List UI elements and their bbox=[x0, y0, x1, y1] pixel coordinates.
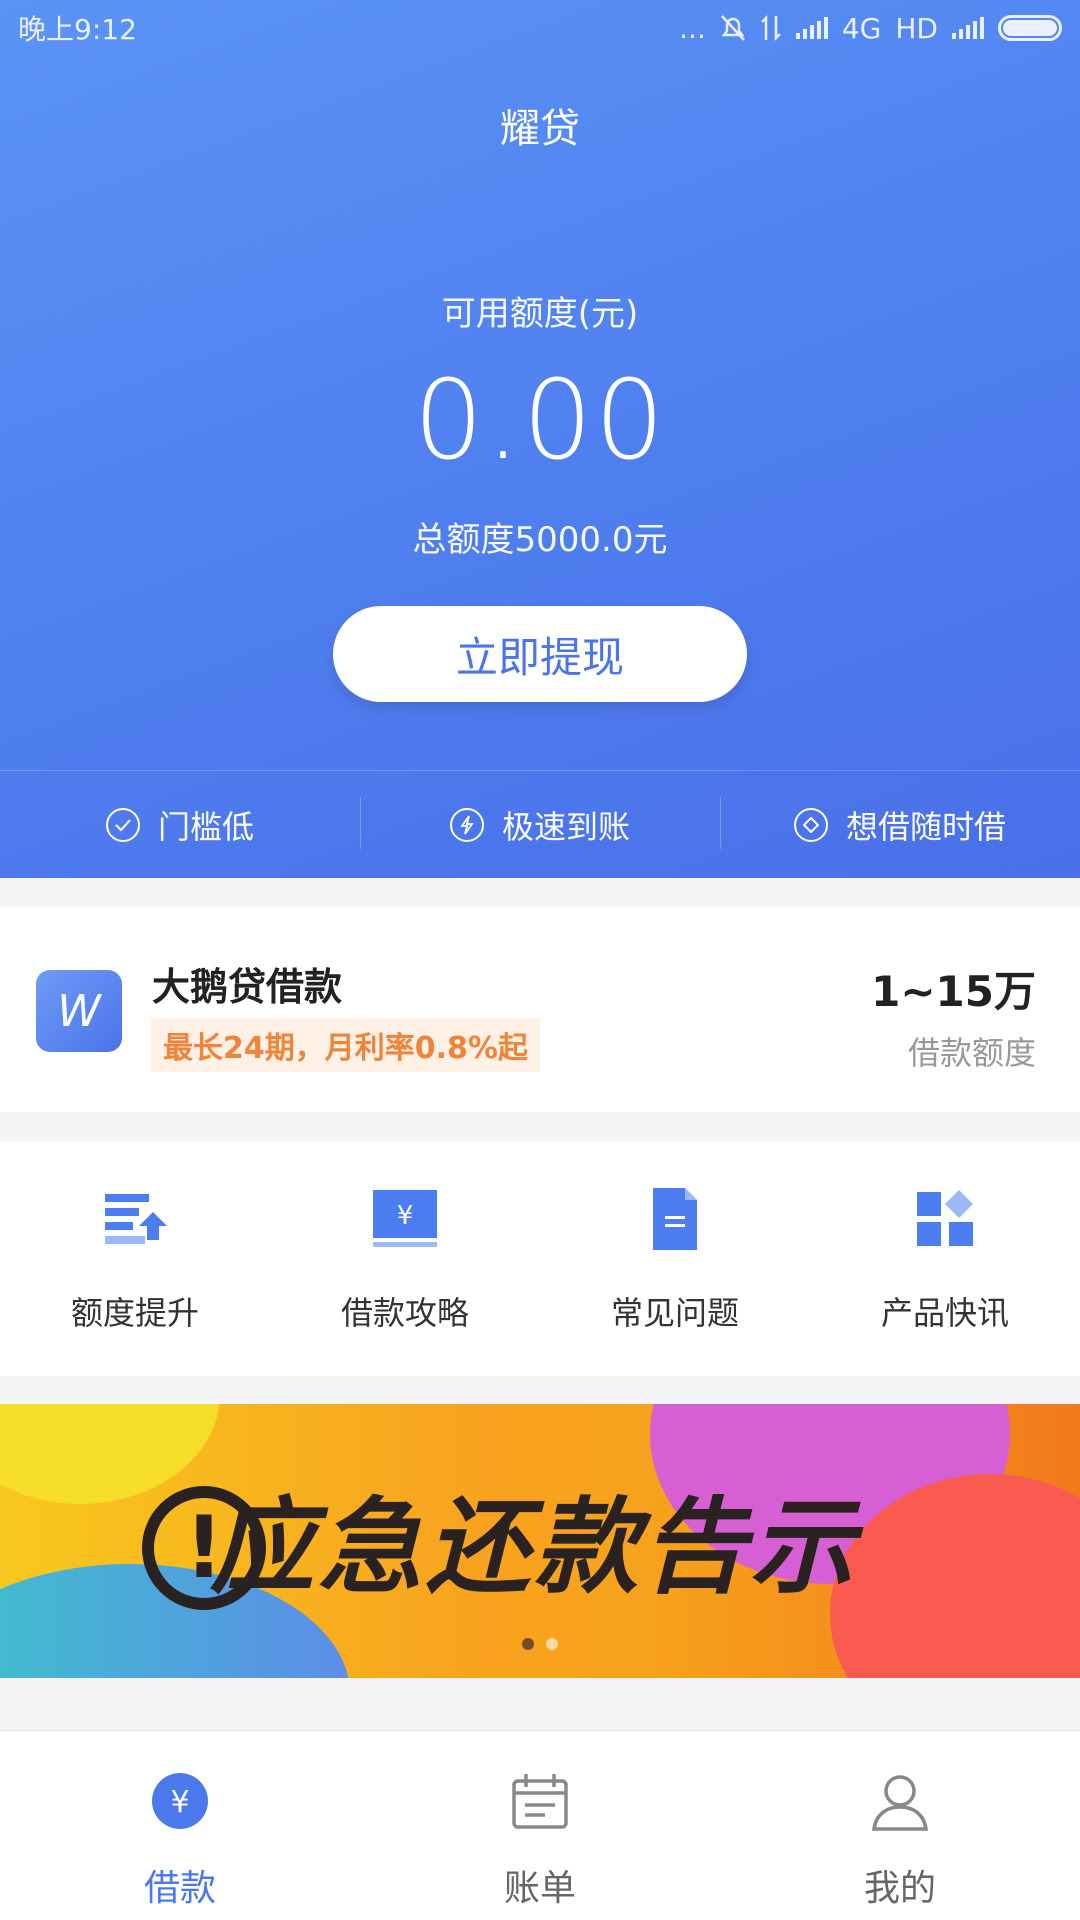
quick-link-label: 额度提升 bbox=[70, 1294, 199, 1332]
status-bar: 晚上9:12 ... 4G HD bbox=[0, 0, 1080, 56]
feature-label: 门槛低 bbox=[157, 807, 254, 846]
promo-banner[interactable]: ! 应急还款告示 bbox=[0, 1404, 1080, 1678]
feature-low-threshold: 门槛低 bbox=[0, 771, 360, 878]
status-icons: ... 4G HD bbox=[679, 12, 1062, 45]
product-news-icon bbox=[917, 1190, 973, 1246]
network-type: 4G bbox=[841, 11, 882, 45]
quick-link-label: 常见问题 bbox=[610, 1294, 739, 1332]
faq-document-icon bbox=[653, 1188, 697, 1250]
limit-increase-icon bbox=[105, 1194, 167, 1244]
calendar-bill-icon bbox=[512, 1774, 568, 1829]
tab-label: 借款 bbox=[143, 1868, 216, 1909]
available-credit-label: 可用额度(元) bbox=[441, 294, 639, 334]
quick-link-loan-guide[interactable]: ¥ 借款攻略 bbox=[270, 1142, 540, 1376]
quick-link-label: 产品快讯 bbox=[880, 1294, 1009, 1332]
yuan-circle-icon: ¥ bbox=[152, 1773, 208, 1829]
svg-text:¥: ¥ bbox=[397, 1201, 414, 1231]
signal-icon bbox=[795, 17, 828, 39]
svg-text:¥: ¥ bbox=[170, 1785, 189, 1820]
feature-borrow-anytime: 想借随时借 bbox=[720, 771, 1080, 878]
tab-label: 账单 bbox=[503, 1868, 576, 1909]
available-credit-amount: 0.00 bbox=[413, 356, 667, 484]
more-dots-icon: ... bbox=[679, 11, 706, 45]
signal-icon-2 bbox=[952, 17, 984, 39]
feature-label: 想借随时借 bbox=[845, 807, 1006, 846]
tab-mine[interactable]: 我的 bbox=[720, 1731, 1080, 1920]
hd-indicator: HD bbox=[895, 11, 938, 45]
feature-label: 极速到账 bbox=[501, 807, 630, 846]
quick-link-label: 借款攻略 bbox=[340, 1294, 469, 1332]
product-loan-range: 1~15万 bbox=[871, 967, 1036, 1016]
carousel-dot[interactable] bbox=[546, 1638, 558, 1650]
loan-product-card[interactable]: W 大鹅贷借款 最长24期，月利率0.8%起 1~15万 借款额度 bbox=[0, 906, 1080, 1112]
quick-links: 额度提升 ¥ 借款攻略 常见问题 产品快讯 bbox=[0, 1142, 1080, 1376]
data-transfer-icon bbox=[760, 14, 781, 42]
quick-link-product-news[interactable]: 产品快讯 bbox=[810, 1142, 1080, 1376]
status-time: 晚上9:12 bbox=[18, 13, 137, 46]
product-loan-range-label: 借款额度 bbox=[907, 1034, 1036, 1072]
product-tag: 最长24期，月利率0.8%起 bbox=[151, 1018, 540, 1072]
check-circle-icon bbox=[105, 807, 140, 842]
product-logo: W bbox=[36, 970, 122, 1052]
battery-icon bbox=[998, 15, 1062, 41]
quick-link-faq[interactable]: 常见问题 bbox=[540, 1142, 810, 1376]
lightning-icon bbox=[449, 807, 484, 842]
diamond-icon bbox=[793, 807, 828, 842]
tab-label: 我的 bbox=[863, 1868, 936, 1909]
product-name: 大鹅贷借款 bbox=[152, 965, 343, 1009]
app-title: 耀贷 bbox=[500, 106, 580, 152]
withdraw-now-button[interactable]: 立即提现 bbox=[333, 606, 747, 702]
user-icon bbox=[871, 1775, 929, 1831]
banner-title: 应急还款告示 bbox=[210, 1486, 859, 1608]
hero-section: 晚上9:12 ... 4G HD 耀贷 可用额度(元) 0.00 总额度5000… bbox=[0, 0, 1080, 878]
feature-fast-arrival: 极速到账 bbox=[360, 771, 720, 878]
tab-bill[interactable]: 账单 bbox=[360, 1731, 720, 1920]
carousel-dot-active[interactable] bbox=[522, 1638, 534, 1650]
carousel-indicator bbox=[0, 1638, 1080, 1650]
quick-link-limit-increase[interactable]: 额度提升 bbox=[0, 1142, 270, 1376]
tab-loan[interactable]: ¥ 借款 bbox=[0, 1731, 360, 1920]
feature-strip: 门槛低 极速到账 想借随时借 bbox=[0, 770, 1080, 878]
bottom-tab-bar: ¥ 借款 账单 我的 bbox=[0, 1730, 1080, 1920]
total-credit-limit: 总额度5000.0元 bbox=[412, 520, 668, 560]
bell-muted-icon bbox=[720, 15, 745, 41]
loan-guide-icon: ¥ bbox=[373, 1190, 437, 1247]
